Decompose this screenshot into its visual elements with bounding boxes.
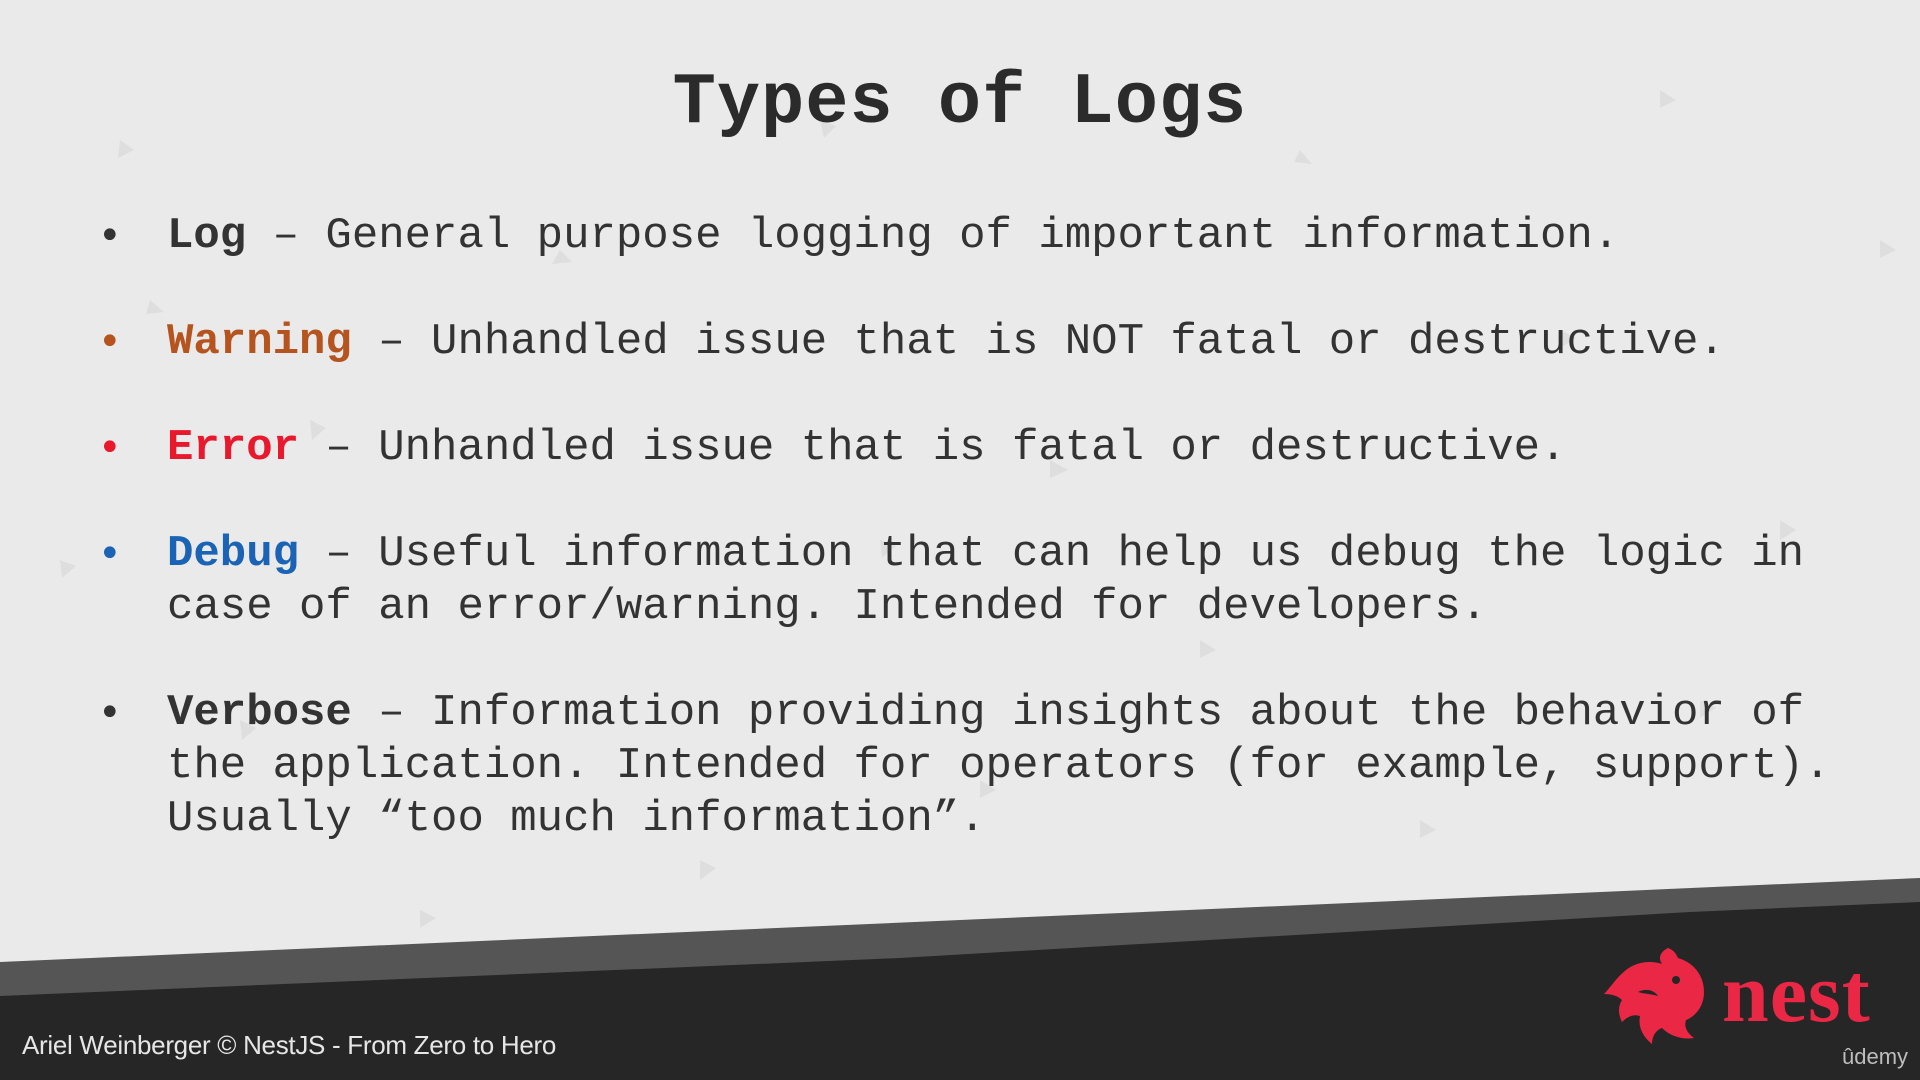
nestjs-logo-icon	[1604, 948, 1704, 1044]
footer-band	[0, 878, 1920, 1080]
footer-credit: Ariel Weinberger © NestJS - From Zero to…	[22, 1030, 556, 1060]
brand-wordmark: nest	[1722, 947, 1871, 1040]
slide: Types of Logs • Log – General purpose log…	[0, 0, 1920, 1080]
udemy-watermark: ûdemy	[1842, 1044, 1909, 1069]
